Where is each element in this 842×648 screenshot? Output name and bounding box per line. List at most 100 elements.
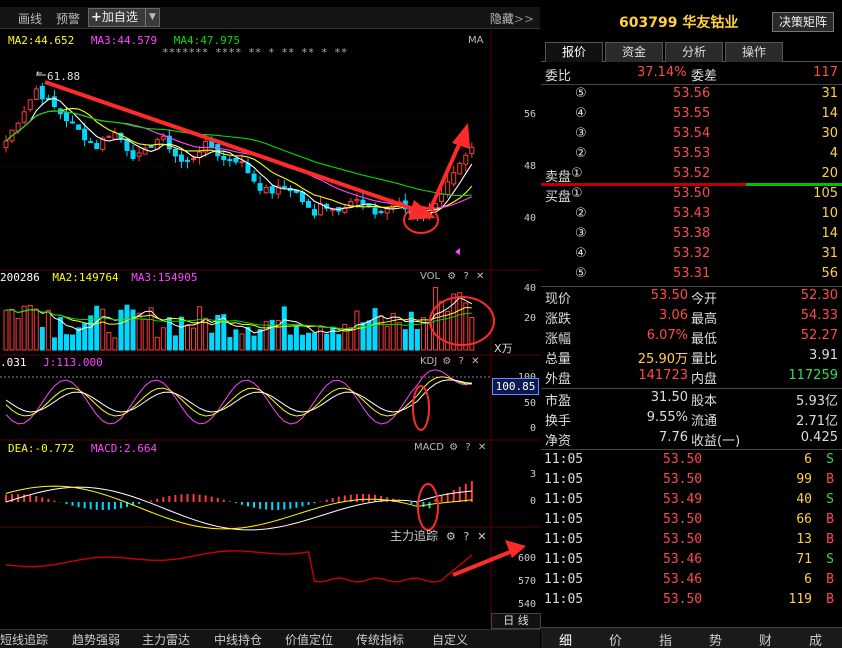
uptrend-arrowhead: [452, 123, 470, 149]
quote-value: 31.50: [650, 390, 688, 405]
tab-operation[interactable]: 操作: [725, 42, 783, 62]
ma-indicator-label[interactable]: MA: [468, 35, 483, 46]
sell-level-row: ④ 53.55 14: [541, 105, 842, 125]
tab-finance[interactable]: 财: [759, 630, 772, 648]
arrow-left-icon: ←: [36, 66, 43, 79]
double-chevron-right-icon: >>: [513, 12, 534, 26]
trade-volume: 6: [804, 452, 812, 467]
volume-bar: [15, 317, 21, 351]
volume-bar: [372, 308, 378, 351]
gear-icon[interactable]: ⚙: [447, 271, 456, 282]
help-icon[interactable]: ?: [464, 530, 470, 543]
tab-analysis[interactable]: 分析: [665, 42, 723, 62]
tab-detail[interactable]: 细: [559, 630, 572, 648]
trade-price: 53.50: [663, 532, 703, 547]
draw-line-button[interactable]: 画线: [18, 10, 42, 27]
tab-index[interactable]: 指: [659, 630, 672, 648]
decision-matrix-button[interactable]: 决策矩阵: [772, 12, 834, 32]
sell-level-row: ⑤ 53.56 31: [541, 85, 842, 105]
quote-value: 7.76: [659, 430, 688, 445]
trade-side: S: [826, 492, 834, 507]
sell-level-row: ② 53.53 4: [541, 145, 842, 165]
kdj-value: .031: [0, 356, 27, 369]
volume-bar: [233, 329, 239, 351]
tab-short-term[interactable]: 短线追踪: [0, 631, 48, 648]
candle-body: [191, 158, 197, 161]
macd-tick: 3: [529, 469, 536, 480]
volume-bar: [191, 327, 197, 351]
volume-bar: [51, 337, 57, 351]
add-favorite-button[interactable]: +加自选 ▼: [88, 8, 160, 27]
candle-body: [330, 208, 336, 212]
volume-bar: [112, 337, 118, 351]
buy-volume: 14: [821, 226, 838, 241]
volume-bar: [402, 329, 408, 351]
trade-price: 53.50: [663, 512, 703, 527]
quote-row: 涨跌 3.06 最高 54.33: [541, 307, 842, 327]
candle-body: [306, 200, 311, 208]
tab-deals[interactable]: 成: [809, 630, 822, 648]
kdj-indicator-label[interactable]: KDJ: [420, 356, 437, 367]
macd-indicator-label[interactable]: MACD: [414, 442, 444, 453]
indicator-tabs: 短线追踪 趋势强弱 主力雷达 中线持仓 价值定位 传统指标 自定义: [0, 629, 540, 648]
candle-body: [39, 85, 45, 100]
order-ratio-value: 37.14%: [637, 65, 687, 80]
gear-icon[interactable]: ⚙: [442, 356, 451, 367]
quote-label: 收益(一): [691, 434, 741, 449]
tab-value-position[interactable]: 价值定位: [285, 631, 333, 648]
sell-level-index: ④: [575, 106, 587, 121]
tab-capital[interactable]: 资金: [605, 42, 663, 62]
volume-bar: [9, 308, 15, 351]
tab-trend-strength[interactable]: 趋势强弱: [72, 631, 120, 648]
help-icon[interactable]: ?: [465, 442, 470, 453]
alert-button[interactable]: 预警: [56, 10, 80, 27]
sell-price: 53.53: [673, 146, 711, 161]
quote-label: 涨幅: [545, 332, 572, 347]
tab-classic-indicators[interactable]: 传统指标: [356, 631, 404, 648]
tab-custom[interactable]: 自定义: [432, 631, 468, 648]
buy-volume: 56: [821, 266, 838, 281]
period-day-line[interactable]: 日 线: [491, 613, 541, 629]
quote-label: 市盈: [545, 394, 572, 409]
close-icon[interactable]: ✕: [476, 271, 484, 282]
kdj-legend: .031 J:113.000: [0, 356, 103, 369]
tab-price[interactable]: 价: [609, 630, 622, 648]
stock-header: 603799 华友钴业 决策矩阵: [541, 7, 842, 37]
volume-bar: [439, 300, 445, 351]
quote-label: 净资: [545, 434, 572, 449]
buy-volume: 105: [813, 186, 838, 201]
trade-time: 11:05: [544, 512, 584, 527]
signal-stars: ******* **** ** * ** ** * **: [162, 46, 348, 59]
close-icon[interactable]: ✕: [477, 530, 486, 543]
candle-body: [112, 132, 118, 140]
tab-trend[interactable]: 势: [709, 630, 722, 648]
close-icon[interactable]: ✕: [471, 356, 479, 367]
candle-body: [148, 145, 154, 148]
close-icon[interactable]: ✕: [478, 442, 486, 453]
price-tick: 56: [523, 109, 536, 120]
vol-indicator-label[interactable]: VOL: [420, 271, 440, 282]
help-icon[interactable]: ?: [459, 356, 464, 367]
quote-label: 股本: [691, 394, 718, 409]
volume-bar: [39, 326, 45, 351]
gear-icon[interactable]: ⚙: [449, 442, 458, 453]
kdj-lines: [5, 369, 473, 425]
plus-icon: +: [91, 10, 102, 25]
volume-bar: [70, 334, 76, 351]
volume-bar: [390, 313, 396, 351]
trade-row: 11:05 53.50 13 B: [541, 531, 842, 551]
tab-mid-holding[interactable]: 中线持仓: [214, 631, 262, 648]
gear-icon[interactable]: ⚙: [446, 530, 456, 543]
main-force-label[interactable]: 主力追踪: [390, 529, 438, 543]
help-icon[interactable]: ?: [463, 271, 468, 282]
chevron-down-icon[interactable]: ▼: [145, 9, 159, 26]
quote-value: 25.90万: [637, 352, 688, 367]
hide-panel-button[interactable]: 隐藏>>: [490, 10, 534, 27]
tab-main-radar[interactable]: 主力雷达: [142, 631, 190, 648]
stock-code: 603799: [619, 15, 678, 31]
sell-level-row: ③ 53.54 30: [541, 125, 842, 145]
sell-level-index: ②: [575, 146, 587, 161]
quote-label: 最低: [691, 332, 718, 347]
buy-price: 53.43: [673, 206, 711, 221]
tab-quote[interactable]: 报价: [545, 42, 603, 62]
